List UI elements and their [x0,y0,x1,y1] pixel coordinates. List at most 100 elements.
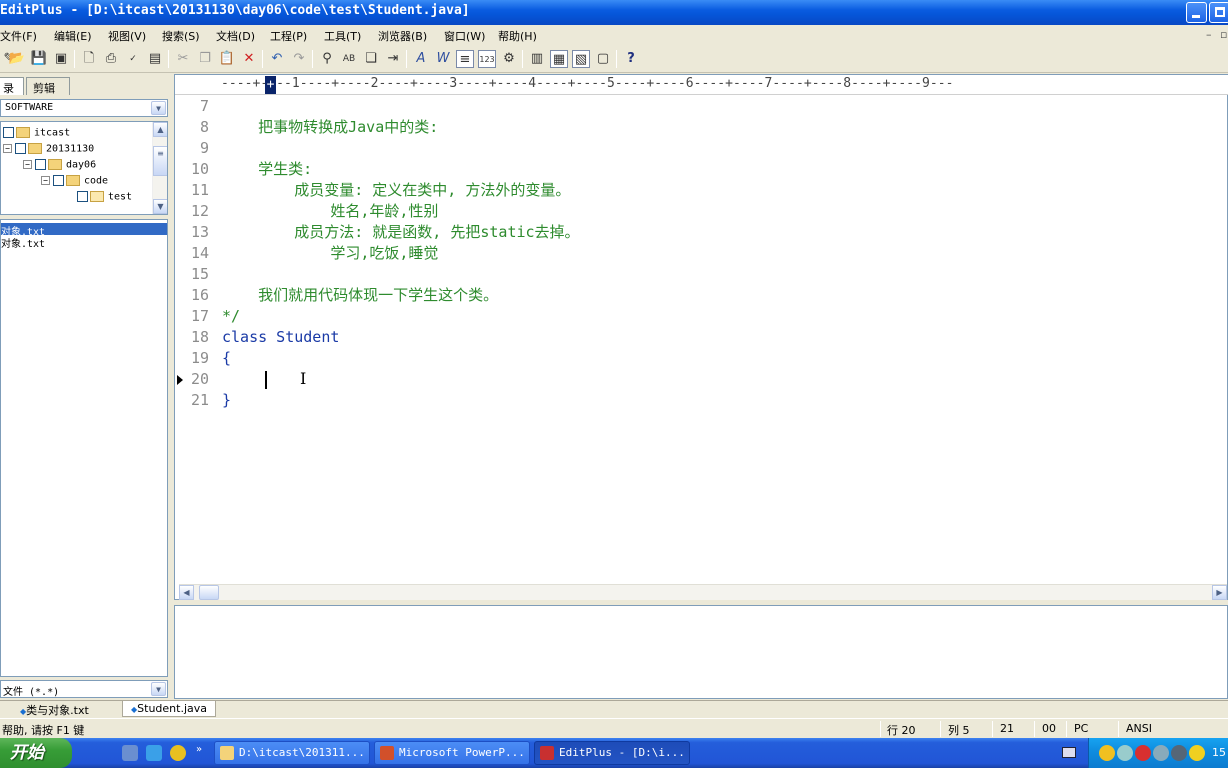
tree-item[interactable]: −20131130 [3,143,94,159]
cut-icon[interactable]: ✂ [174,50,192,68]
scroll-right-icon[interactable]: ▶ [1212,585,1227,600]
taskbar-item-explorer[interactable]: D:\itcast\201311... [214,741,370,765]
menu-help[interactable]: 帮助(H) [498,28,537,44]
taskbar-item-powerpoint[interactable]: Microsoft PowerP... [374,741,530,765]
scroll-down-icon[interactable]: ▼ [153,199,167,214]
menu-window[interactable]: 窗口(W) [444,28,485,44]
code-line[interactable]: { [222,348,231,369]
chevron-down-icon[interactable]: ▼ [151,682,166,696]
checkbox-icon[interactable] [15,143,26,154]
copy-icon[interactable]: ❐ [196,50,214,68]
doc-tab[interactable]: ◆类与对象.txt [12,701,97,717]
menu-browser[interactable]: 浏览器(B) [378,28,427,44]
menu-edit[interactable]: 编辑(E) [54,28,92,44]
ruler-icon[interactable]: 123 [478,50,496,68]
page-icon[interactable]: ▤ [146,50,164,68]
scroll-left-icon[interactable]: ◀ [179,585,194,600]
show-desktop-icon[interactable] [122,745,138,761]
mdi-minimize-icon[interactable]: – [1206,28,1212,41]
undo-icon[interactable]: ↶ [268,50,286,68]
collapse-icon[interactable]: − [23,160,32,169]
tab-cliptext[interactable]: 剪辑 [26,77,70,95]
tray-icon[interactable] [1117,745,1133,761]
checkbox-icon[interactable] [53,175,64,186]
file-filter-select[interactable]: 文件 (*.*) ▼ [0,680,168,698]
spellcheck-icon[interactable]: ✓ [124,50,142,68]
print-icon[interactable]: ⎙ [102,50,120,68]
drive-select[interactable]: SOFTWARE ▼ [0,99,168,117]
fullscreen-icon[interactable]: ▢ [594,50,612,68]
save-all-icon[interactable]: ▣ [52,50,70,68]
save-icon[interactable]: 💾 [30,50,48,68]
start-button[interactable]: 开始 [0,738,72,768]
paste-icon[interactable]: 📋 [218,50,236,68]
maximize-button[interactable] [1209,2,1228,23]
code-line[interactable]: 我们就用代码体现一下学生这个类。 [222,285,498,306]
open-icon[interactable]: 📂 [8,50,26,68]
tree-item[interactable]: − day06 [23,159,96,175]
tray-icon[interactable] [1189,745,1205,761]
tree-scrollbar[interactable]: ▲ ≡ ▼ [152,122,167,214]
code-line[interactable]: 成员方法: 就是函数, 先把static去掉。 [222,222,579,243]
checkbox-icon[interactable] [77,191,88,202]
context-help-icon[interactable]: ? [622,50,640,68]
mdi-restore-icon[interactable]: ▫ [1220,28,1227,41]
menu-view[interactable]: 视图(V) [108,28,146,44]
tray-icon[interactable] [1153,745,1169,761]
quicklaunch-icon[interactable] [170,745,186,761]
checkbox-icon[interactable] [3,127,14,138]
tray-icon[interactable] [1099,745,1115,761]
code-editor[interactable]: ----+----1----+----2----+----3----+----4… [174,74,1228,600]
cliptext-window-icon[interactable]: ▦ [550,50,568,68]
settings-icon[interactable]: ⚙ [500,50,518,68]
goto-line-icon[interactable]: ⇥ [384,50,402,68]
menu-file[interactable]: 文件(F) [0,28,37,44]
tray-icon[interactable] [1171,745,1187,761]
tab-directory[interactable]: 录 [0,77,24,95]
scroll-up-icon[interactable]: ▲ [153,122,167,137]
code-line[interactable]: */ [222,306,240,327]
code-line[interactable]: class Student [222,327,339,348]
scroll-thumb[interactable] [199,585,219,600]
output-window-icon[interactable]: ▧ [572,50,590,68]
output-window[interactable] [174,605,1228,699]
code-line[interactable]: } [222,390,231,411]
menu-document[interactable]: 文档(D) [216,28,255,44]
tree-item[interactable]: test [77,191,132,207]
menu-tools[interactable]: 工具(T) [324,28,361,44]
font-icon[interactable]: A [412,50,430,68]
chevron-down-icon[interactable]: ▼ [151,101,166,115]
horizontal-scrollbar[interactable]: ◀ ▶ [179,584,1227,600]
tree-item[interactable]: itcast [3,127,70,143]
directory-window-icon[interactable]: ▥ [528,50,546,68]
code-line[interactable]: 姓名,年龄,性别 [222,201,438,222]
redo-icon[interactable]: ↷ [290,50,308,68]
doc-tab-active[interactable]: ◆Student.java [122,701,217,717]
menu-search[interactable]: 搜索(S) [162,28,200,44]
code-line[interactable]: 学生类: [222,159,312,180]
tree-item[interactable]: − code [41,175,108,191]
list-item[interactable]: 对象.txt [1,223,167,238]
find-icon[interactable]: ⚲ [318,50,336,68]
checkbox-icon[interactable] [35,159,46,170]
minimize-button[interactable] [1186,2,1207,23]
code-line[interactable]: 学习,吃饭,睡觉 [222,243,438,264]
taskbar-item-editplus[interactable]: EditPlus - [D:\i... [534,741,690,765]
keyboard-icon[interactable] [1062,747,1076,758]
code-line[interactable]: 成员变量: 定义在类中, 方法外的变量。 [222,180,570,201]
list-item[interactable]: 对象.txt [1,235,167,250]
code-line[interactable]: 把事物转换成Java中的类: [222,117,438,138]
scroll-thumb[interactable]: ≡ [153,146,167,176]
print-preview-icon[interactable]: 🗋 [80,50,98,68]
menu-project[interactable]: 工程(P) [270,28,307,44]
collapse-icon[interactable]: − [3,144,12,153]
word-wrap-icon[interactable]: W [434,50,452,68]
line-number-icon[interactable]: ≡ [456,50,474,68]
find-in-files-icon[interactable]: ❏ [362,50,380,68]
chevron-right-icon[interactable]: » [196,744,202,755]
tray-icon[interactable] [1135,745,1151,761]
replace-icon[interactable]: AB [340,50,358,68]
delete-icon[interactable]: ✕ [240,50,258,68]
ie-icon[interactable] [146,745,162,761]
collapse-icon[interactable]: − [41,176,50,185]
